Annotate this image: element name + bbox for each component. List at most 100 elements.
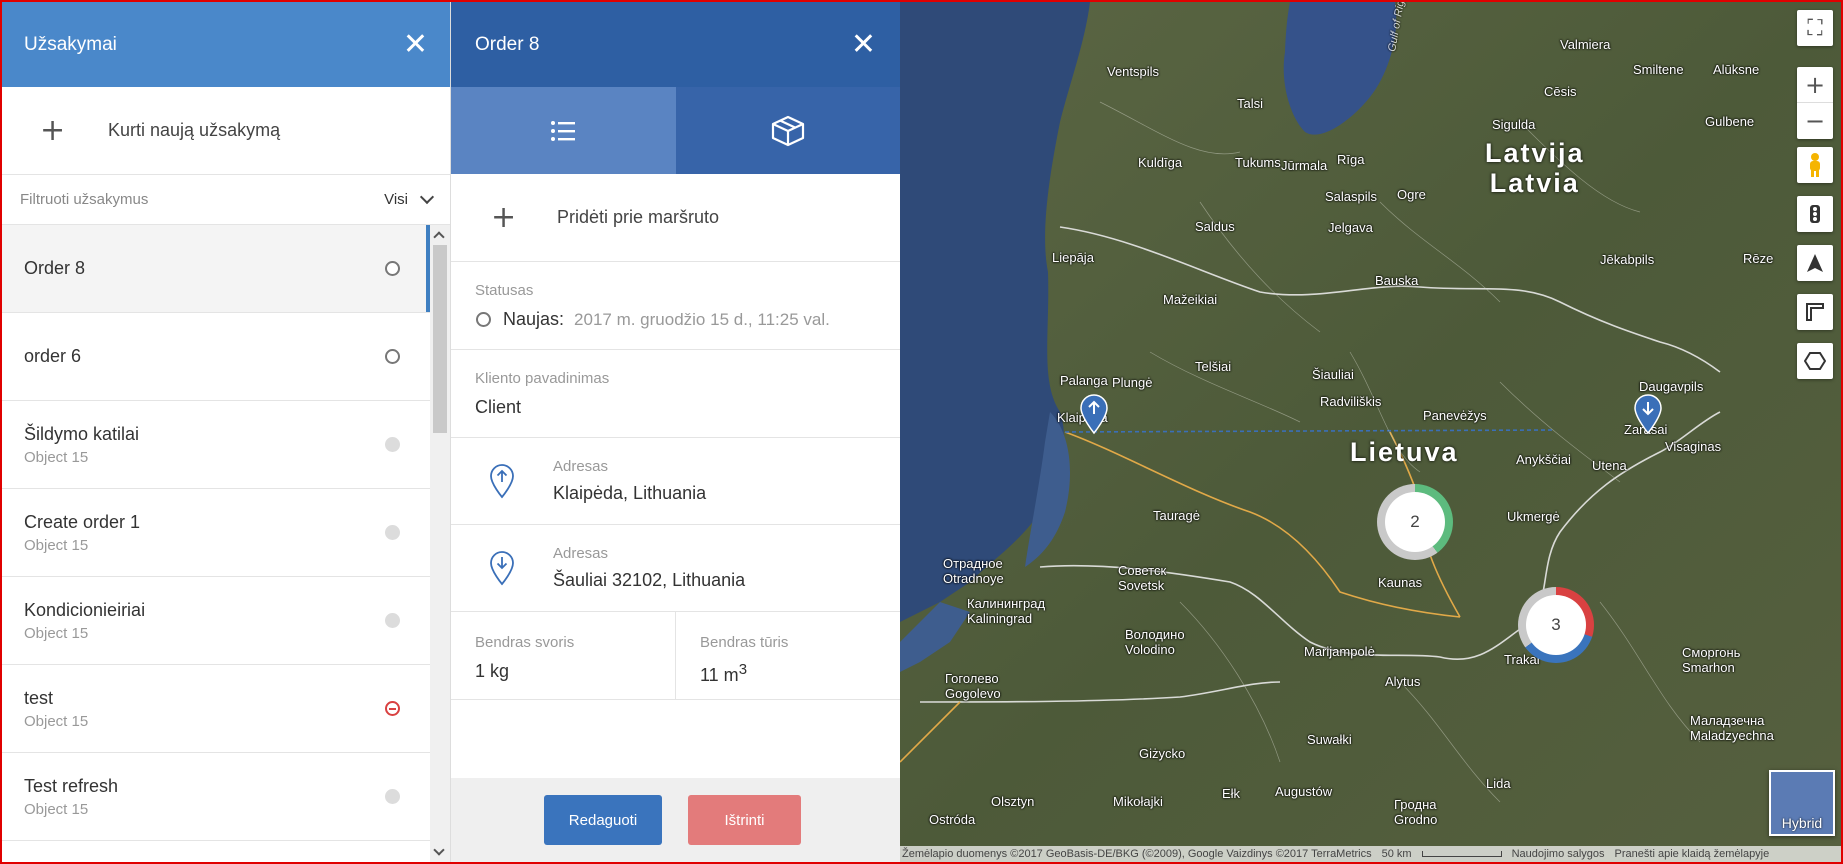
fullscreen-icon[interactable]: ⛶ [1797,10,1833,46]
scroll-up-icon[interactable] [433,231,445,243]
city-label: Valmiera [1560,37,1611,52]
list-item[interactable]: Kondicionieiriai Object 15 [2,577,430,665]
orders-panel: Užsakymai ✕ + Kurti naują užsakymą Filtr… [2,2,450,862]
detail-tabs [451,87,900,174]
delete-button[interactable]: Ištrinti [688,795,801,845]
scroll-thumb[interactable] [433,245,447,433]
status-inactive-icon [385,525,400,540]
plus-icon: + [491,200,517,235]
zoom-in-button[interactable]: + [1797,67,1833,103]
city-label: Lida [1486,776,1511,791]
city-label: Mažeikiai [1163,292,1218,307]
report-link[interactable]: Pranešti apie klaidą žemėlapyje [1615,848,1770,860]
create-order-button[interactable]: + Kurti naują užsakymą [2,87,450,175]
order-detail-panel: Order 8 ✕ + Pridėti prie maršruto Status… [450,2,900,862]
list-item[interactable]: order 6 [2,313,430,401]
close-detail-icon[interactable]: ✕ [851,29,876,60]
city-label: Rīga [1337,152,1365,167]
add-to-route-button[interactable]: + Pridėti prie maršruto [451,174,900,262]
city-label: Utena [1592,458,1627,473]
add-to-route-label: Pridėti prie maršruto [557,207,720,227]
volume-cell: Bendras tūris 11 m3 [675,612,900,699]
list-icon [551,120,576,141]
order-cluster[interactable]: 3 [1518,587,1594,663]
weight-label: Bendras svoris [475,634,575,651]
delivery-label: Adresas [553,545,609,562]
status-new-icon [476,312,491,327]
package-icon [771,115,804,146]
list-item[interactable]: Šildymo katilai Object 15 [2,401,430,489]
city-label: Kaunas [1378,575,1423,590]
street-view-icon[interactable] [1797,147,1833,183]
city-label: Rēze [1743,251,1774,266]
map-type-toggle[interactable]: Hybrid [1769,770,1835,836]
status-inactive-icon [385,789,400,804]
city-label: Plungė [1112,375,1153,390]
volume-unit-sup: 3 [738,661,748,678]
terms-link[interactable]: Naudojimo salygos [1512,848,1605,860]
order-name: test [24,687,54,708]
status-value: Naujas: [503,309,565,329]
edit-button[interactable]: Redaguoti [544,795,662,845]
navigation-arrow-icon[interactable] [1797,245,1833,281]
list-item[interactable]: test Object 15 [2,665,430,753]
order-name: order 6 [24,346,82,366]
city-label: Saldus [1195,219,1235,234]
order-object: Object 15 [24,800,89,818]
scale-bar [1421,851,1502,857]
scroll-down-icon[interactable] [433,844,445,856]
totals-row: Bendras svoris 1 kg Bendras tūris 11 m3 [451,612,900,700]
orders-scrollbar[interactable] [430,225,450,862]
map-view[interactable]: Latvija Latvia Lietuva Ventspils Talsi Ku… [900,2,1841,862]
city-label: Liepāja [1052,250,1094,265]
order-filter[interactable]: Filtruoti užsakymus Visi [2,175,450,225]
delivery-map-marker[interactable] [1633,393,1663,435]
traffic-icon[interactable] [1797,196,1833,232]
ruler-icon[interactable] [1797,294,1833,330]
order-name: Order 8 [24,258,86,278]
volume-value: 11 m [700,665,739,685]
city-label: Ventspils [1107,64,1160,79]
filter-select[interactable]: Visi [384,189,435,208]
pickup-map-marker[interactable] [1079,393,1109,435]
order-name: Šildymo katilai [24,423,140,444]
map-attribution: Žemėlapio duomenys ©2017 GeoBasis-DE/BKG… [900,846,1841,862]
city-label: Калининград Kaliningrad [967,596,1046,626]
list-item[interactable]: Order 8 [2,225,430,313]
pickup-pin-icon [490,464,514,499]
scale-label: 50 km [1381,848,1412,860]
tab-details[interactable] [451,87,676,174]
order-cluster[interactable]: 2 [1377,484,1453,560]
create-order-label: Kurti naują užsakymą [108,120,281,140]
client-value: Client [475,397,522,417]
city-label: Отрадное Otradnoye [943,556,1004,586]
city-label: Gulbene [1705,114,1755,129]
polygon-draw-icon[interactable] [1797,343,1833,379]
list-item[interactable]: Test refresh Object 15 [2,753,430,841]
cluster-count: 2 [1385,492,1445,552]
city-label: Alūksne [1713,62,1760,77]
status-new-icon [385,349,400,364]
tab-packages[interactable] [675,87,900,174]
orders-title: Užsakymai [24,33,117,55]
city-label: Володино Volodino [1125,627,1185,657]
city-label: Suwałki [1307,732,1352,747]
client-label: Kliento pavadinimas [475,370,610,387]
attribution-text: Žemėlapio duomenys ©2017 GeoBasis-DE/BKG… [902,848,1372,860]
city-label: Olsztyn [991,794,1035,809]
city-label: Talsi [1237,96,1264,111]
order-object: Object 15 [24,536,89,554]
status-inactive-icon [385,613,400,628]
city-label: Ukmergė [1507,509,1560,524]
client-field: Kliento pavadinimas Client [451,350,900,438]
delivery-address: Adresas Šauliai 32102, Lithuania [451,525,900,612]
city-label: Bauska [1375,273,1419,288]
city-label: Alytus [1385,674,1421,689]
city-label: Гродна Grodno [1394,797,1438,827]
zoom-out-button[interactable]: − [1797,103,1833,139]
list-item[interactable]: Create order 1 Object 15 [2,489,430,577]
plus-icon: + [40,113,66,148]
city-label: Giżycko [1139,746,1186,761]
city-label: Panevėžys [1423,408,1487,423]
close-orders-icon[interactable]: ✕ [403,29,428,60]
